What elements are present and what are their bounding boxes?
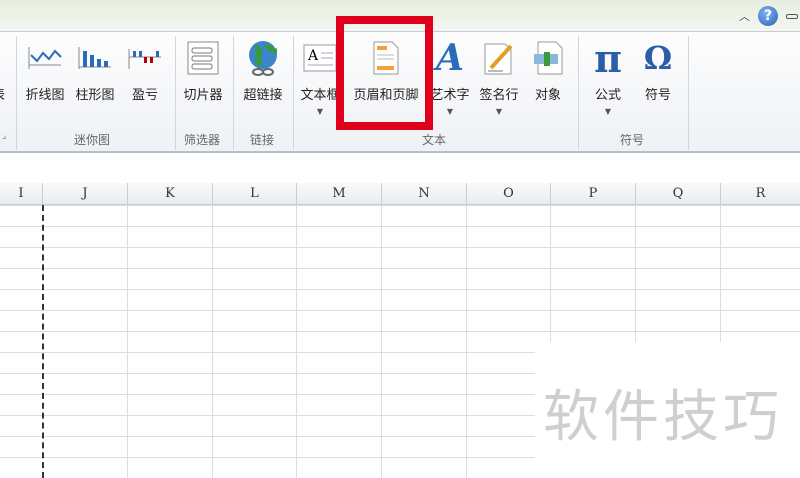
winloss-label: 盈亏 (131, 88, 158, 103)
column-header-q[interactable]: Q (636, 183, 721, 205)
column-label: 柱形图 (75, 88, 115, 103)
globe-link-icon (240, 38, 286, 78)
gridline (381, 205, 382, 478)
hyperlink-label: 超链接 (243, 88, 283, 103)
dropdown-arrow-icon: ▼ (604, 107, 612, 116)
textbox-button[interactable]: A 文本框 ▼ (300, 38, 340, 116)
column-header-o[interactable]: O (467, 183, 551, 205)
partial-label: 表 (0, 84, 5, 103)
separator (175, 36, 176, 150)
wordart-button[interactable]: A 艺术字 ▼ (430, 37, 470, 116)
dialog-launcher-icon[interactable]: ⌟ (2, 131, 6, 141)
slicer-icon (180, 38, 226, 78)
help-icon[interactable]: ? (758, 6, 778, 26)
group-label-sparklines: 迷你图 (74, 133, 111, 147)
column-header-r[interactable]: R (721, 183, 800, 205)
gridline (466, 205, 467, 478)
partial-button[interactable]: 表 (0, 38, 5, 103)
signature-line-button[interactable]: 签名行 ▼ (476, 38, 522, 116)
highlight-box (336, 16, 433, 130)
group-label-text: 文本 (422, 133, 447, 147)
equation-button[interactable]: π 公式 ▼ (586, 35, 630, 117)
gridline (296, 205, 297, 478)
pi-icon: π (594, 35, 622, 81)
separator (293, 36, 294, 150)
column-header-j[interactable]: J (43, 183, 128, 205)
separator (688, 36, 689, 150)
column-header-m[interactable]: M (297, 183, 382, 205)
hyperlink-button[interactable]: 超链接 (240, 38, 286, 103)
gridline (127, 205, 128, 478)
watermark-text: 软件技巧 (543, 385, 783, 450)
object-button[interactable]: 对象 (528, 38, 568, 103)
minimize-icon[interactable] (786, 13, 798, 19)
dropdown-arrow-icon: ▼ (495, 107, 503, 116)
line-sparkline-button[interactable]: 折线图 (22, 38, 68, 103)
formula-bar-area (0, 153, 800, 183)
dropdown-arrow-icon: ▼ (316, 107, 324, 116)
group-label-filter: 筛选器 (184, 133, 221, 147)
group-label-links: 链接 (250, 133, 275, 147)
object-icon (528, 38, 568, 78)
slicer-label: 切片器 (183, 88, 223, 103)
signature-pencil-icon (476, 38, 522, 78)
dropdown-arrow-icon: ▼ (446, 107, 454, 116)
winloss-sparkline-button[interactable]: 盈亏 (122, 38, 168, 103)
symbol-label: 符号 (644, 88, 671, 103)
omega-icon: Ω (643, 39, 673, 77)
column-header-p[interactable]: P (551, 183, 636, 205)
column-chart-icon (72, 38, 118, 78)
separator (233, 36, 234, 150)
equation-label: 公式 (594, 88, 621, 103)
gridline (212, 205, 213, 478)
line-chart-icon (22, 38, 68, 78)
textbox-icon: A (300, 38, 340, 78)
column-header-n[interactable]: N (382, 183, 467, 205)
separator (16, 36, 17, 150)
svg-text:A: A (307, 48, 319, 64)
separator (578, 36, 579, 150)
signature-label: 签名行 (479, 88, 519, 103)
column-header-i[interactable]: I (0, 183, 43, 205)
winloss-chart-icon (122, 38, 168, 78)
wordart-icon: A (436, 37, 464, 79)
symbol-button[interactable]: Ω 符号 (636, 38, 680, 103)
slicer-button[interactable]: 切片器 (180, 38, 226, 103)
textbox-label: 文本框 (300, 88, 340, 103)
page-break-line (42, 205, 44, 478)
group-label-symbols: 符号 (620, 133, 645, 147)
collapse-ribbon-icon[interactable]: ︿ (739, 8, 750, 24)
object-label: 对象 (534, 88, 561, 103)
line-label: 折线图 (25, 88, 65, 103)
column-header-k[interactable]: K (128, 183, 213, 205)
wordart-label: 艺术字 (430, 88, 470, 103)
column-header-l[interactable]: L (213, 183, 297, 205)
column-sparkline-button[interactable]: 柱形图 (72, 38, 118, 103)
